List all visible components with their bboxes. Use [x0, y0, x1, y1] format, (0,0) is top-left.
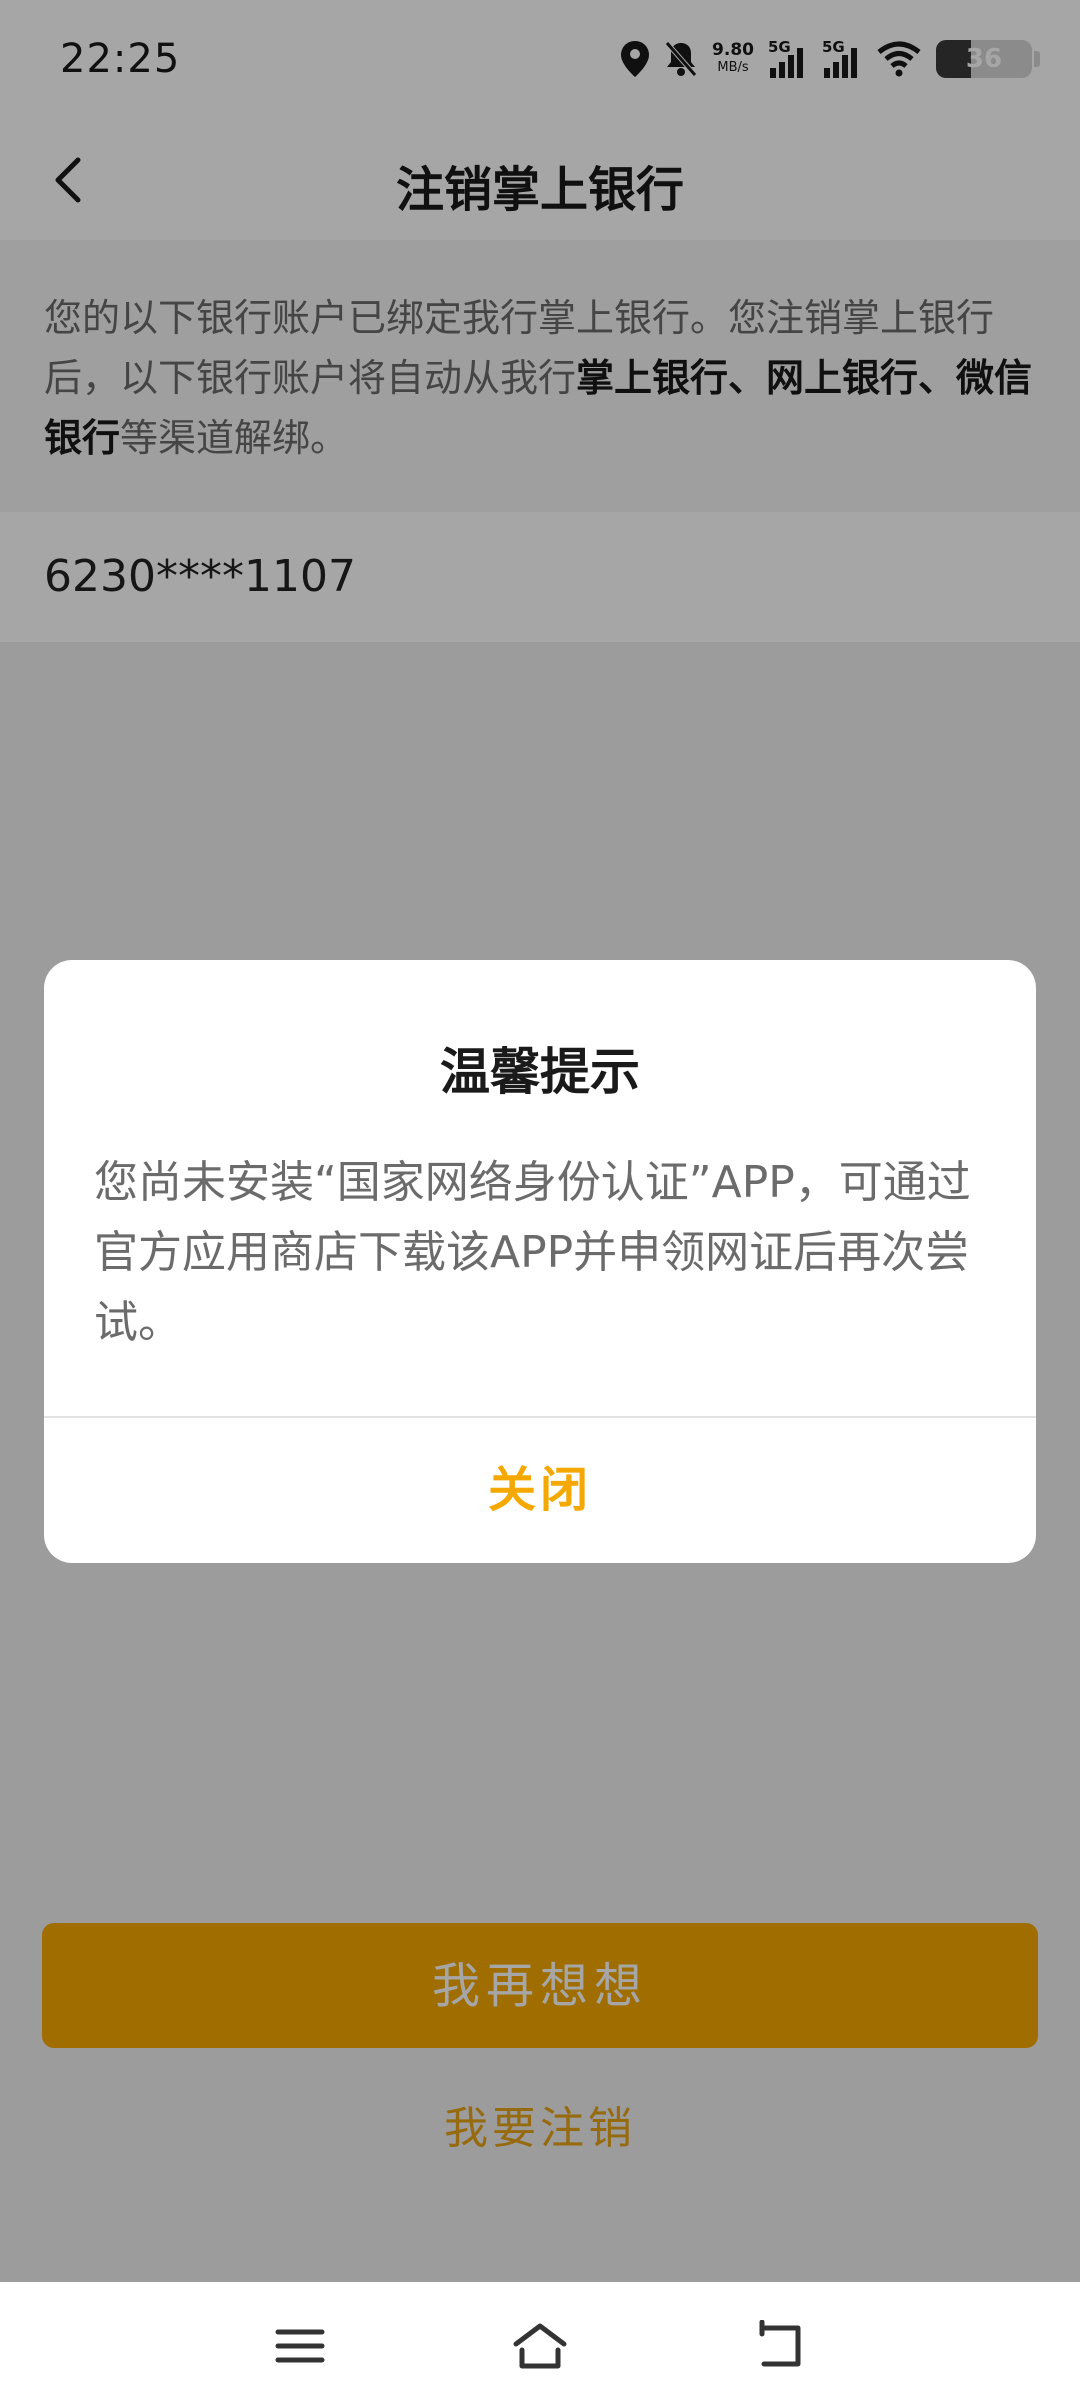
system-nav-bar: [0, 2282, 1080, 2408]
dialog-message: 您尚未安装“国家网络身份认证”APP，可通过官方应用商店下载该APP并申领网证后…: [94, 1157, 971, 1348]
alert-dialog: 温馨提示 您尚未安装“国家网络身份认证”APP，可通过官方应用商店下载该APP并…: [44, 960, 1036, 1563]
menu-icon[interactable]: [270, 2320, 330, 2372]
home-icon[interactable]: [510, 2320, 570, 2372]
dialog-close-button[interactable]: 关闭: [44, 1418, 1036, 1563]
dialog-title: 温馨提示: [440, 1043, 640, 1101]
back-icon[interactable]: [750, 2319, 810, 2372]
